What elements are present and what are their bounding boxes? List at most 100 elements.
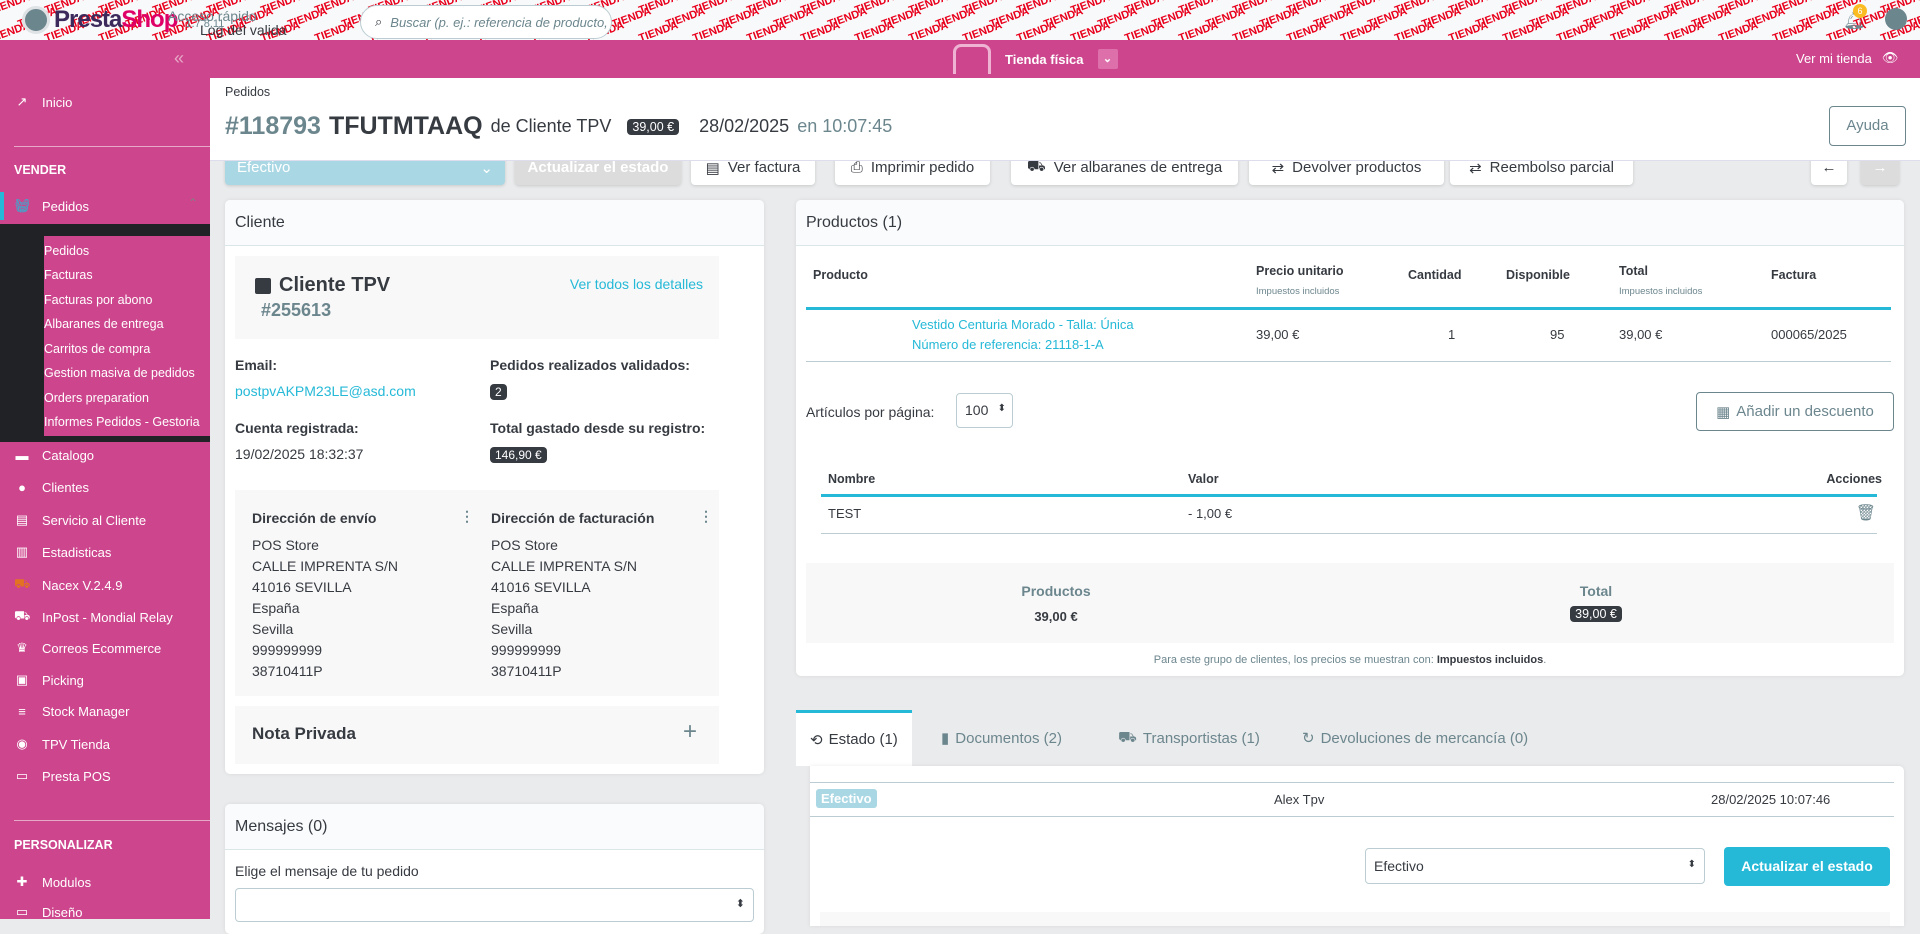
submenu-item[interactable]: Orders preparation xyxy=(44,391,149,405)
sidebar-item[interactable]: ▬ Catalogo xyxy=(14,448,95,463)
view-shop-link[interactable]: Ver mi tienda 👁︎ xyxy=(1796,50,1898,66)
submenu-item[interactable]: Pedidos xyxy=(44,244,89,258)
per-page-value: 100 xyxy=(965,402,989,418)
menu-icon: ▤ xyxy=(15,512,29,527)
sidebar-item-pedidos[interactable]: 🧺︎ Pedidos xyxy=(14,198,89,214)
invoice-icon: ▤ xyxy=(705,159,720,177)
watermark-text: TIENDA xyxy=(1339,19,1382,40)
trash-icon[interactable]: 🗑︎ xyxy=(1856,503,1876,523)
tab-label: Estado (1) xyxy=(828,731,898,748)
collapse-sidebar-icon[interactable]: « xyxy=(174,48,184,69)
label: Ver factura xyxy=(727,159,801,176)
view-details-link[interactable]: Ver todos los detalles xyxy=(570,276,703,292)
search-input[interactable]: ⌕ Buscar (p. ej.: referencia de producto, xyxy=(360,5,612,39)
quantity: 1 xyxy=(1448,327,1456,342)
history-employee: Alex Tpv xyxy=(1274,792,1325,807)
tab[interactable]: ▮ Documentos (2) xyxy=(927,710,1076,766)
sidebar-item[interactable]: ⛟ Nacex V.2.4.9 xyxy=(14,576,122,594)
watermark-text: TIENDA xyxy=(961,19,1004,40)
sidebar-item[interactable]: ▣ Picking xyxy=(14,672,84,688)
address-line: 41016 SEVILLA xyxy=(252,579,352,595)
active-indicator xyxy=(0,192,4,220)
per-page-label: Artículos por página: xyxy=(806,404,935,420)
history-status-badge: Efectivo xyxy=(816,789,877,808)
address-line: España xyxy=(252,600,300,616)
sidebar-item[interactable]: ⛟ InPost - Mondial Relay xyxy=(14,608,173,626)
watermark-text: TIENDA xyxy=(1393,19,1436,40)
add-discount-button[interactable]: ▦ Añadir un descuento xyxy=(1696,392,1894,431)
basket-icon: 🧺︎ xyxy=(14,198,31,213)
message-select[interactable]: ⬍ xyxy=(235,888,754,922)
menu-icon: ▭ xyxy=(15,768,29,783)
sidebar-label: Stock Manager xyxy=(42,704,130,719)
breadcrumb[interactable]: Pedidos xyxy=(225,85,270,99)
notifications-bell-icon[interactable]: 🔔︎ 6 xyxy=(1843,4,1867,31)
kebab-menu-icon[interactable]: ⋮ xyxy=(699,508,713,525)
tab[interactable]: ⟲ Estado (1) xyxy=(796,710,912,766)
submenu-item[interactable]: Albaranes de entrega xyxy=(44,317,164,331)
watermark-text: TIENDA xyxy=(799,19,842,40)
tab-label: Transportistas (1) xyxy=(1142,729,1260,747)
sidebar-item[interactable]: ● Clientes xyxy=(14,480,89,495)
unit-price: 39,00 € xyxy=(1256,327,1300,342)
watermark-text: TIENDA xyxy=(1501,19,1544,40)
per-page-select[interactable]: 100 ⬍ xyxy=(956,393,1013,428)
tab-icon: ↻ xyxy=(1302,730,1315,747)
submenu-item[interactable]: Gestion masiva de pedidos xyxy=(44,366,195,380)
submenu-item[interactable]: Informes Pedidos - Gestoria xyxy=(44,415,200,429)
orders-label: Pedidos realizados validados: xyxy=(490,357,690,373)
watermark-text: TIENDA xyxy=(1717,19,1760,40)
plus-icon[interactable]: + xyxy=(683,718,697,746)
label: Imprimir pedido xyxy=(870,159,975,176)
shop-selector[interactable]: Tienda física ⌄ xyxy=(953,44,1118,74)
watermark-text: TIENDA xyxy=(313,19,356,40)
sidebar-item-modulos[interactable]: ✚ Modulos xyxy=(14,874,92,890)
help-button[interactable]: Ayuda xyxy=(1829,106,1906,146)
tab[interactable]: ↻ Devoluciones de mercancía (0) xyxy=(1288,710,1542,766)
sidebar-item-diseno[interactable]: ▭ Diseño xyxy=(14,904,83,920)
eye-icon: 👁︎ xyxy=(1881,50,1899,65)
watermark-text: TIENDA xyxy=(691,19,734,40)
col-total: Total Impuestos incluidos xyxy=(1619,264,1702,297)
chevron-down-icon[interactable]: ⌄ xyxy=(1097,49,1118,69)
swap-icon: ⇄ xyxy=(1271,159,1285,177)
sidebar-item-inicio[interactable]: ↗ Inicio xyxy=(14,94,73,110)
sidebar-item[interactable]: ▤ Servicio al Cliente xyxy=(14,512,146,528)
products-card: Productos (1) Producto Precio unitario Im… xyxy=(796,200,1904,676)
trending-icon: ↗ xyxy=(16,94,28,109)
chevron-up-icon[interactable]: ⌃ xyxy=(188,196,198,210)
quick-access-item[interactable]: Log del valida xyxy=(200,22,286,38)
customer-id: #255613 xyxy=(261,300,332,320)
summary-total-label: Total xyxy=(1579,583,1613,599)
update-status-button[interactable]: Actualizar el estado xyxy=(1724,847,1890,886)
kebab-menu-icon[interactable]: ⋮ xyxy=(460,508,474,525)
sub-label: Impuestos incluidos xyxy=(1256,286,1340,297)
submenu-item[interactable]: Carritos de compra xyxy=(44,342,150,356)
sidebar-label: Catalogo xyxy=(42,448,95,463)
sidebar-item[interactable]: ◉ TPV Tienda xyxy=(14,736,110,752)
tab-label: Devoluciones de mercancía (0) xyxy=(1320,729,1529,747)
tab[interactable]: ⛟ Transportistas (1) xyxy=(1104,710,1274,766)
registered-label: Cuenta registrada: xyxy=(235,420,359,436)
sidebar-item[interactable]: ♛ Correos Ecommerce xyxy=(14,640,161,656)
message-select-label: Elige el mensaje de tu pedido xyxy=(235,863,419,879)
sub-label: Impuestos incluidos xyxy=(1619,286,1703,297)
divider xyxy=(14,146,210,147)
history-status-select[interactable]: Efectivo ⬍ xyxy=(1365,848,1705,884)
arrow-right-icon: → xyxy=(1872,159,1888,176)
submenu-item[interactable]: Facturas por abono xyxy=(44,293,152,307)
divider xyxy=(821,494,1877,497)
submenu-item[interactable]: Facturas xyxy=(44,268,93,282)
customer-card: Cliente Cliente TPV #255613 Ver todos lo… xyxy=(225,200,764,774)
sidebar-item[interactable]: ▥ Estadisticas xyxy=(14,544,112,560)
product-link[interactable]: Vestido Centuria Morado - Talla: Única xyxy=(912,317,1134,332)
watermark-text: TIENDA xyxy=(1663,19,1706,40)
watermark-text: TIENDA xyxy=(1231,19,1274,40)
user-avatar-icon[interactable] xyxy=(1885,8,1907,30)
sidebar-item[interactable]: ▭ Presta POS xyxy=(14,768,111,784)
sidebar-item[interactable]: ≡ Stock Manager xyxy=(14,704,129,719)
email-link[interactable]: postpvAKPM23LE@asd.com xyxy=(235,383,416,399)
sidebar-label: Servicio al Cliente xyxy=(42,512,147,528)
private-note[interactable]: Nota Privada + xyxy=(235,706,719,764)
label: Reembolso parcial xyxy=(1489,159,1614,176)
